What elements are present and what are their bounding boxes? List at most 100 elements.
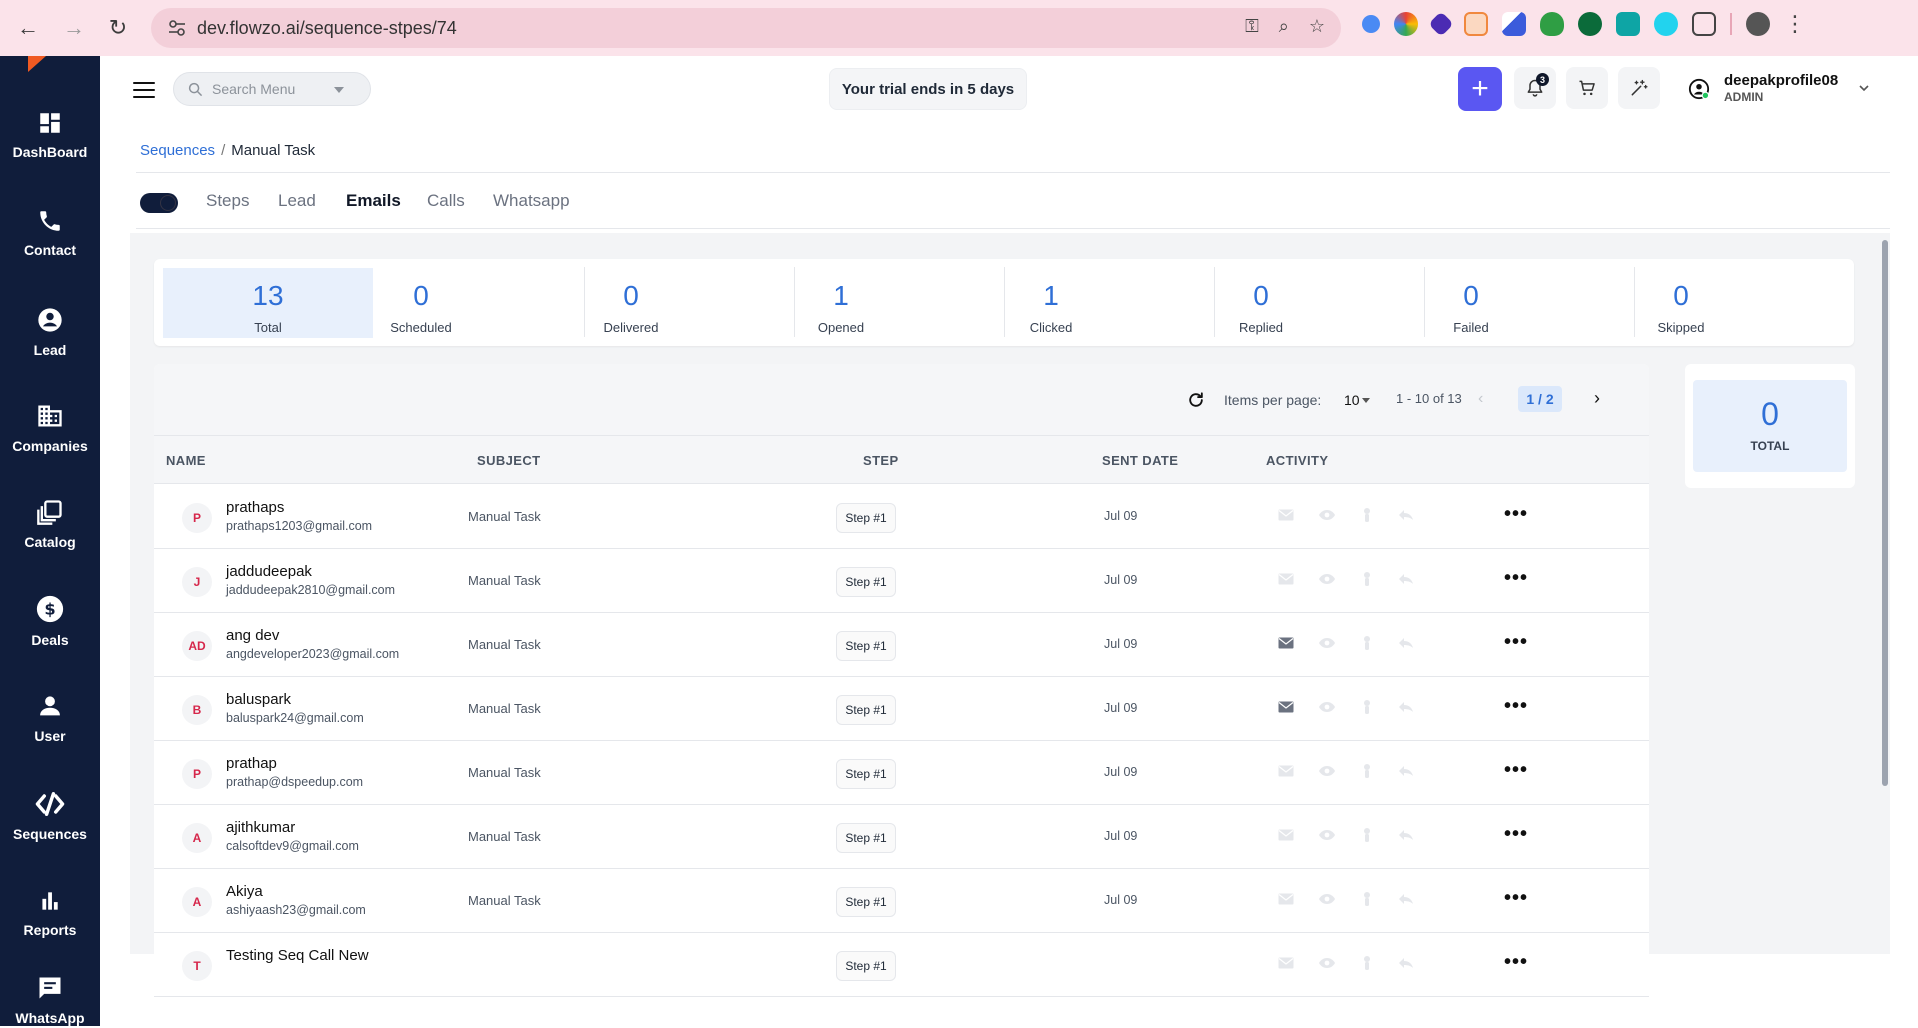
search-menu-input[interactable]: Search Menu [173,72,371,106]
table-row[interactable]: Bbaluspark baluspark24@gmail.com Manual Ta… [154,677,1649,741]
contact-name[interactable]: jaddudeepak [226,563,312,580]
building-icon [38,405,62,427]
column-header-name[interactable]: NAME [166,453,206,468]
extension-5-icon[interactable] [1502,12,1526,36]
items-per-page-select[interactable]: 10 [1344,392,1360,408]
more-actions-icon[interactable]: ••• [1504,888,1528,908]
tab-emails[interactable]: Emails [346,191,401,211]
contact-name[interactable]: ajithkumar [226,819,295,836]
back-icon[interactable]: ← [8,8,48,48]
tab-calls[interactable]: Calls [427,191,465,211]
tab-whatsapp[interactable]: Whatsapp [493,191,570,211]
contact-name[interactable]: ang dev [226,627,279,644]
site-settings-icon[interactable] [167,18,187,38]
sidebar-item-sequences[interactable]: Sequences [0,790,100,844]
column-header-activity[interactable]: ACTIVITY [1266,453,1328,468]
address-bar[interactable]: dev.flowzo.ai/sequence-stpes/74 ⚿ ⌕ ☆ [151,8,1341,48]
extension-3-icon[interactable] [1428,11,1454,37]
extensions-puzzle-icon[interactable] [1692,12,1716,36]
stat-delivered[interactable]: 0 Delivered [526,268,736,338]
more-actions-icon[interactable]: ••• [1504,824,1528,844]
magic-button[interactable] [1618,67,1660,109]
stat-replied[interactable]: 0 Replied [1156,268,1366,338]
sidebar-item-deals[interactable]: $ Deals [0,594,100,650]
contact-name[interactable]: Testing Seq Call New [226,947,369,964]
table-row[interactable]: Pprathap prathap@dspeedup.com Manual Task S… [154,741,1649,805]
stat-clicked[interactable]: 1 Clicked [946,268,1156,338]
contact-email: angdeveloper2023@gmail.com [226,647,400,661]
tab-steps[interactable]: Steps [206,191,249,211]
contact-name[interactable]: baluspark [226,691,291,708]
sidebar-item-lead[interactable]: Lead [0,306,100,360]
side-total-box[interactable]: 0 TOTAL [1693,380,1847,472]
more-actions-icon[interactable]: ••• [1504,696,1528,716]
app-logo[interactable] [28,56,46,72]
stat-scheduled[interactable]: 0 Scheduled [316,268,526,338]
next-page-button[interactable]: › [1594,388,1600,409]
more-actions-icon[interactable]: ••• [1504,760,1528,780]
reload-icon[interactable]: ↻ [98,8,138,48]
hamburger-menu-icon[interactable] [133,82,155,98]
password-key-icon[interactable]: ⚿ [1245,16,1259,37]
more-actions-icon[interactable]: ••• [1504,504,1528,524]
table-row[interactable]: A Akiya ashiyaash23@gmail.com Manual Task St… [154,869,1649,933]
opened-eye-icon [1318,764,1336,782]
stat-opened[interactable]: 1 Opened [736,268,946,338]
stat-skipped[interactable]: 0 Skipped [1576,268,1786,338]
extension-2-icon[interactable] [1394,12,1418,36]
contact-name[interactable]: prathap [226,755,277,772]
sidebar-item-dashboard[interactable]: DashBoard [0,110,100,162]
chevron-down-icon[interactable] [1858,82,1870,94]
column-header-sent-date[interactable]: SENT DATE [1102,453,1178,468]
zoom-icon[interactable]: ⌕ [1279,16,1289,37]
reply-icon [1398,764,1414,782]
sidebar-item-companies[interactable]: Companies [0,402,100,456]
sequence-active-toggle[interactable] [140,193,178,213]
more-actions-icon[interactable]: ••• [1504,568,1528,588]
table-row[interactable]: AD ang dev angdeveloper2023@gmail.com Manua… [154,613,1649,677]
forward-icon[interactable]: → [54,8,94,48]
browser-menu-icon[interactable]: ⋮ [1784,13,1806,35]
sidebar-item-label: Contact [23,242,77,258]
column-header-subject[interactable]: SUBJECT [477,453,540,468]
extension-9-icon[interactable] [1654,12,1678,36]
bookmark-star-icon[interactable]: ☆ [1309,16,1325,37]
chevron-down-icon[interactable] [334,87,344,93]
user-profile-menu[interactable]: deepakprofile08 ADMIN [1688,68,1878,110]
breadcrumb-sequences-link[interactable]: Sequences [140,142,215,159]
scrollbar-thumb[interactable] [1882,240,1888,786]
notifications-button[interactable]: 3 [1514,67,1556,109]
sidebar-item-label: User [34,728,66,744]
contact-avatar: A [182,823,212,853]
table-row[interactable]: Pprathaps prathaps1203@gmail.com Manual Ta… [154,485,1649,549]
extension-6-icon[interactable] [1540,12,1564,36]
sidebar-item-user[interactable]: User [0,692,100,746]
extension-4-icon[interactable] [1464,12,1488,36]
sent-date: Jul 09 [1104,765,1138,779]
contact-name[interactable]: Akiya [226,883,263,900]
column-header-step[interactable]: STEP [863,453,899,468]
chevron-down-icon[interactable] [1362,398,1370,403]
table-row[interactable]: T Testing Seq Call New Step #1 ••• [154,933,1649,997]
previous-page-button[interactable]: ‹ [1478,390,1483,408]
add-button[interactable]: + [1458,67,1502,111]
contact-name[interactable]: prathaps [226,499,284,516]
email-subject: Manual Task [468,509,541,524]
more-actions-icon[interactable]: ••• [1504,632,1528,652]
refresh-icon[interactable] [1186,390,1206,410]
browser-profile-avatar[interactable] [1746,12,1770,36]
stat-failed[interactable]: 0 Failed [1366,268,1576,338]
contact-avatar: T [182,951,212,981]
sidebar-item-contact[interactable]: Contact [0,208,100,260]
extension-7-icon[interactable] [1578,12,1602,36]
tab-lead[interactable]: Lead [278,191,316,211]
extension-1-icon[interactable] [1362,15,1380,33]
more-actions-icon[interactable]: ••• [1504,952,1528,972]
table-row[interactable]: Jjaddudeepak jaddudeepak2810@gmail.com Man… [154,549,1649,613]
sidebar-item-whatsapp[interactable]: WhatsApp [0,974,100,1028]
sidebar-item-catalog[interactable]: Catalog [0,498,100,552]
sidebar-item-reports[interactable]: Reports [0,888,100,940]
cart-button[interactable] [1566,67,1608,109]
extension-8-icon[interactable] [1616,12,1640,36]
table-row[interactable]: Aajithkumar calsoftdev9@gmail.com Manual T… [154,805,1649,869]
